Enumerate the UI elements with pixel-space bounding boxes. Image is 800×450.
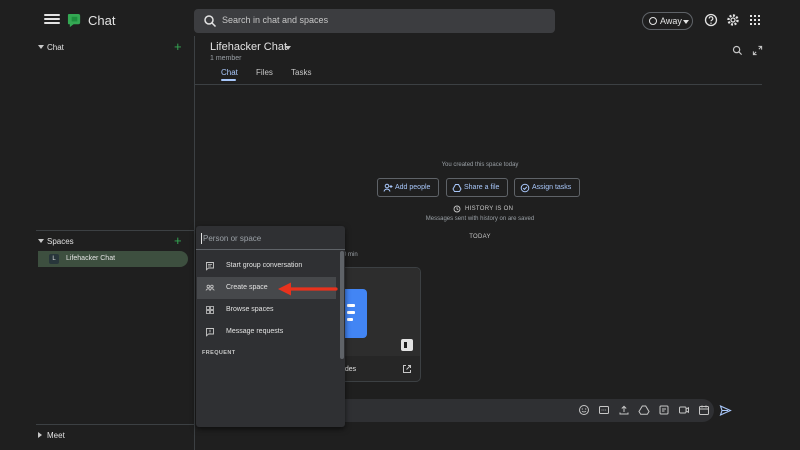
chat-section-header[interactable]: Chat + — [36, 39, 194, 57]
space-label: Lifehacker Chat — [66, 255, 116, 262]
text-cursor — [201, 233, 202, 244]
chat-logo-icon — [67, 13, 81, 28]
sidebar-border — [194, 36, 195, 450]
chevron-right-icon — [38, 432, 42, 438]
assign-tasks-button[interactable]: Assign tasks — [514, 178, 580, 197]
new-chat-popup: Person or space Start group conversation… — [196, 226, 345, 427]
file-type-badge-icon — [401, 339, 413, 351]
settings-icon[interactable] — [726, 13, 740, 27]
add-person-icon — [383, 183, 393, 192]
room-header-border — [195, 84, 762, 85]
option-label: Start group conversation — [226, 262, 303, 269]
create-doc-icon[interactable] — [658, 404, 670, 416]
new-space-plus-icon[interactable]: + — [174, 234, 182, 248]
add-people-label: Add people — [395, 184, 431, 191]
apps-grid-icon[interactable] — [748, 13, 762, 27]
option-label: Message requests — [226, 328, 284, 335]
message-request-icon — [206, 328, 214, 337]
tab-chat[interactable]: Chat — [221, 68, 238, 77]
space-avatar: L — [49, 254, 59, 264]
start-group-conversation-option[interactable]: Start group conversation — [197, 255, 336, 277]
tab-files[interactable]: Files — [256, 68, 273, 77]
chevron-down-icon[interactable] — [285, 46, 291, 50]
spaces-section-label: Spaces — [47, 237, 74, 246]
created-space-notice: You created this space today — [441, 162, 519, 168]
search-icon — [204, 15, 217, 28]
help-icon[interactable] — [704, 13, 718, 27]
share-file-label: Share a file — [464, 184, 500, 191]
chat-section-label: Chat — [47, 43, 64, 52]
message-requests-option[interactable]: Message requests — [197, 321, 336, 343]
chat-bubble-icon — [206, 262, 214, 271]
frequent-section-label: FREQUENT — [202, 350, 236, 356]
popup-scrollbar[interactable] — [340, 251, 344, 359]
search-bar[interactable]: Search in chat and spaces — [194, 9, 555, 33]
share-file-button[interactable]: Share a file — [446, 178, 508, 197]
day-divider: TODAY — [469, 234, 491, 240]
browse-spaces-option[interactable]: Browse spaces — [197, 299, 336, 321]
new-chat-plus-icon[interactable]: + — [174, 40, 182, 54]
tab-tasks[interactable]: Tasks — [291, 68, 311, 77]
room-member-count: 1 member — [210, 55, 242, 62]
sidebar-divider — [36, 424, 194, 425]
option-label: Browse spaces — [226, 306, 274, 313]
gif-icon[interactable] — [598, 404, 610, 416]
chevron-down-icon — [38, 45, 44, 49]
search-icon[interactable] — [732, 45, 743, 56]
menu-icon[interactable] — [44, 12, 60, 28]
chat-app: Chat Search in chat and spaces Away Chat… — [0, 0, 800, 450]
sidebar-item-lifehacker-chat[interactable]: L Lifehacker Chat — [38, 251, 188, 267]
message-timestamp: 0 min — [343, 252, 358, 258]
status-label: Away — [660, 16, 682, 26]
room-title[interactable]: Lifehacker Chat — [210, 41, 287, 53]
open-external-icon[interactable] — [402, 364, 412, 374]
video-call-icon[interactable] — [678, 404, 690, 416]
calendar-icon[interactable] — [698, 404, 710, 416]
history-status: HISTORY IS ON — [465, 206, 514, 212]
status-dot-icon — [649, 17, 657, 25]
google-docs-icon — [343, 289, 367, 338]
upload-icon[interactable] — [618, 404, 630, 416]
spaces-section-header[interactable]: Spaces + — [36, 233, 194, 251]
person-or-space-input[interactable]: Person or space — [196, 226, 345, 250]
meet-section-label: Meet — [47, 431, 65, 440]
add-people-button[interactable]: Add people — [377, 178, 439, 197]
history-description: Messages sent with history on are saved — [425, 216, 535, 222]
assign-tasks-label: Assign tasks — [532, 184, 572, 191]
annotation-arrow-icon — [278, 282, 338, 296]
message-composer[interactable] — [344, 399, 714, 422]
history-icon — [453, 205, 461, 213]
emoji-icon[interactable] — [578, 404, 590, 416]
browse-grid-icon — [206, 306, 214, 314]
active-tab-indicator — [221, 79, 236, 81]
meet-section-header[interactable]: Meet — [36, 427, 194, 445]
sidebar-divider — [36, 230, 194, 231]
sidebar: Chat + Spaces + L Lifehacker Chat — [36, 36, 194, 450]
input-placeholder: Person or space — [203, 234, 262, 243]
send-icon[interactable] — [719, 404, 732, 417]
people-icon — [205, 284, 215, 291]
chevron-down-icon — [683, 20, 689, 24]
drive-icon[interactable] — [638, 404, 650, 416]
option-label: Create space — [226, 284, 268, 291]
task-check-icon — [520, 183, 530, 193]
status-selector[interactable]: Away — [642, 12, 693, 30]
expand-icon[interactable] — [752, 45, 763, 56]
app-title: Chat — [88, 13, 116, 28]
search-input[interactable]: Search in chat and spaces — [222, 15, 328, 25]
drive-icon — [452, 184, 462, 192]
chevron-down-icon — [38, 239, 44, 243]
